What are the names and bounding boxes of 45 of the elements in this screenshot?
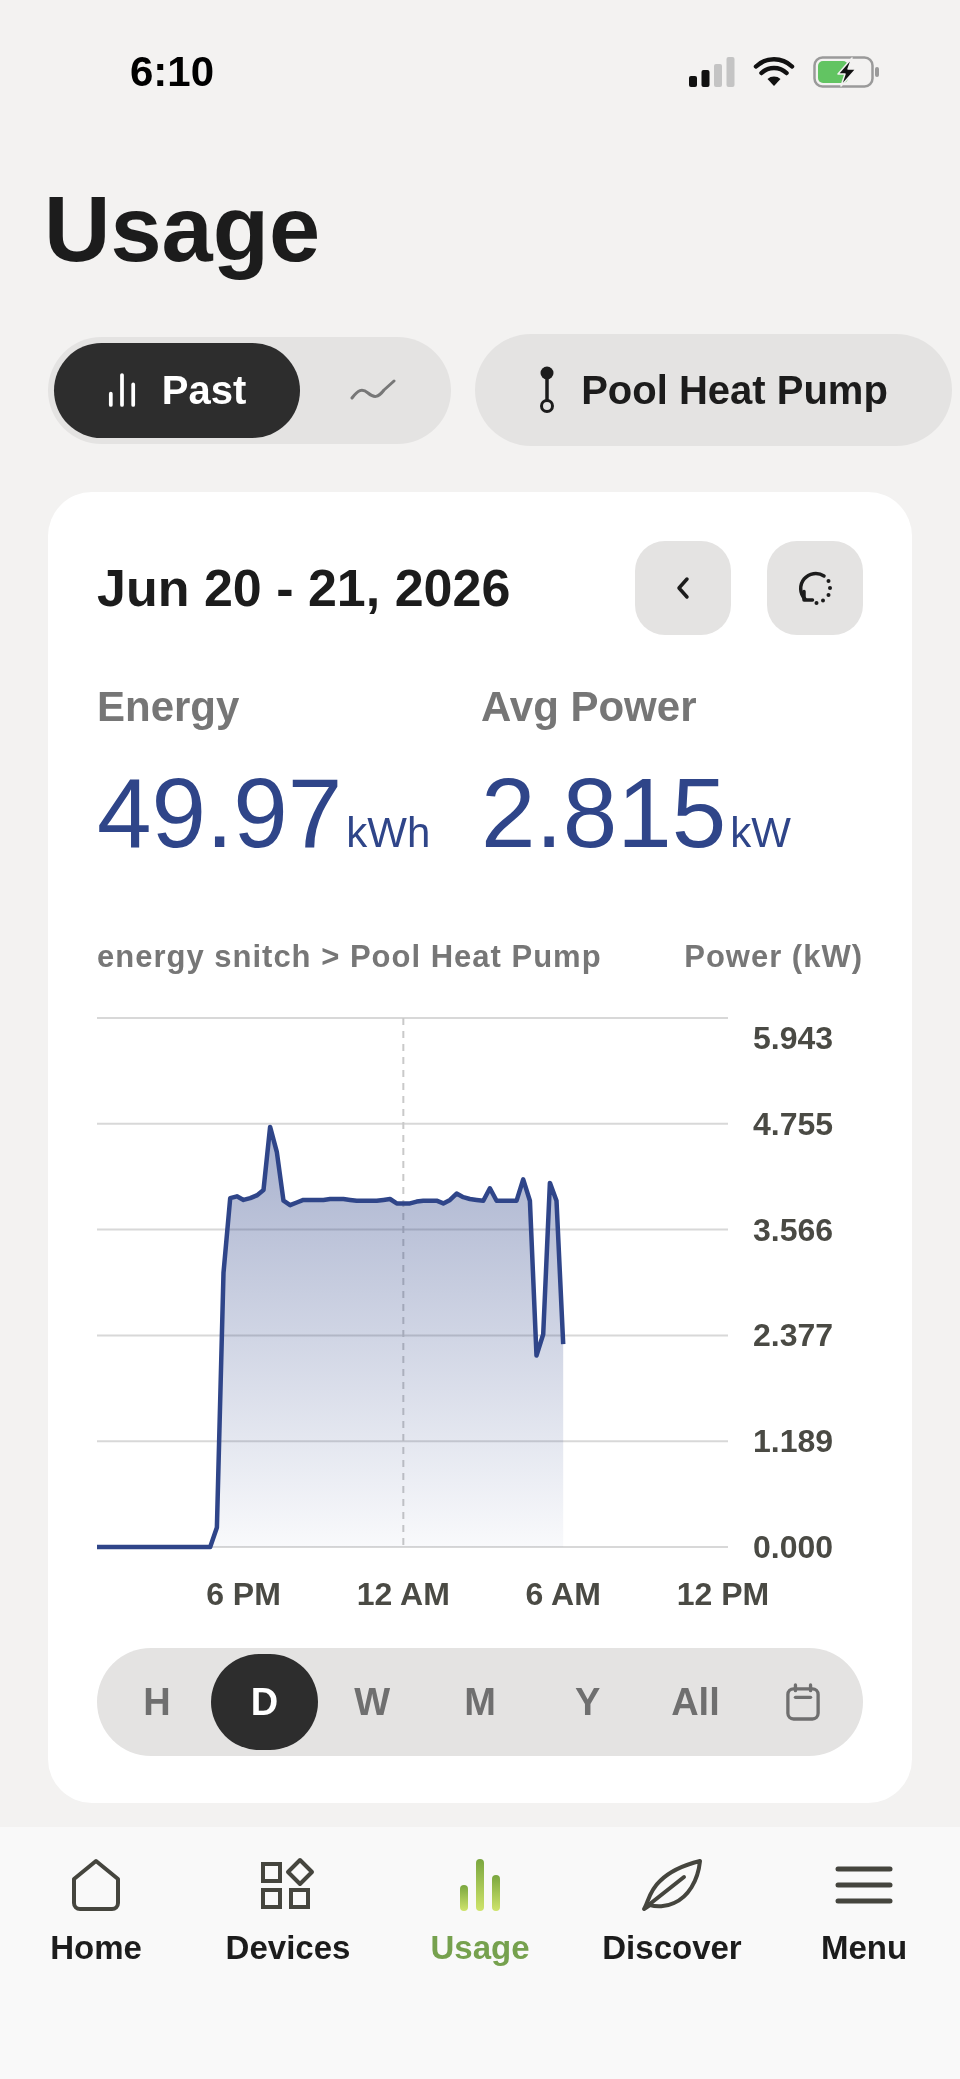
nav-tab[interactable]: Home — [50, 1857, 142, 1967]
period-tab[interactable]: Y — [533, 1654, 642, 1750]
chart-title: energy snitch > Pool Heat Pump — [97, 939, 602, 975]
view-tab[interactable]: Past — [54, 342, 300, 438]
battery-charging-icon — [813, 56, 880, 88]
y-axis-title: Power (kW) — [684, 939, 863, 975]
nav-tab[interactable]: Menu — [820, 1857, 908, 1967]
y-axis-label: 4.755 — [753, 1105, 834, 1142]
nav-tab[interactable]: Discover — [602, 1857, 742, 1967]
y-axis-label: 1.189 — [753, 1423, 834, 1460]
y-axis-label: 3.566 — [753, 1211, 834, 1248]
chevron-left-icon — [676, 576, 690, 600]
trend-line-icon — [349, 378, 396, 402]
y-axis-label: 2.377 — [753, 1317, 834, 1354]
device-picker-button[interactable]: Pool Heat Pump — [475, 334, 952, 446]
calendar-icon — [786, 1683, 821, 1721]
stat-value: 49.97 — [97, 764, 343, 862]
date-range: Jun 20 - 21, 2026 — [97, 562, 511, 614]
bar-chart-icon — [458, 1857, 502, 1913]
x-axis-label: 12 AM — [356, 1576, 450, 1612]
house-icon — [70, 1857, 122, 1913]
y-axis-label: 0.000 — [753, 1529, 834, 1565]
y-axis-label: 5.943 — [753, 1020, 834, 1056]
wifi-icon — [753, 57, 795, 87]
leaf-icon — [640, 1857, 704, 1913]
period-tab[interactable]: All — [641, 1654, 750, 1750]
period-tab[interactable]: M — [426, 1654, 534, 1750]
period-tab[interactable]: H — [103, 1654, 211, 1750]
page-title: Usage — [44, 177, 321, 282]
x-axis-label: 6 PM — [206, 1576, 281, 1612]
stat-label: Avg Power — [481, 683, 697, 731]
stat-label: Energy — [97, 683, 240, 731]
stat-value: 2.815 — [481, 764, 727, 862]
status-time: 6:10 — [130, 51, 215, 93]
history-button[interactable] — [767, 541, 863, 635]
stat-unit: kW — [730, 812, 791, 854]
period-tab[interactable]: W — [318, 1654, 427, 1750]
nav-tab[interactable]: Devices — [225, 1857, 351, 1967]
x-axis-label: 12 PM — [676, 1576, 770, 1612]
period-tab[interactable]: D — [210, 1654, 319, 1750]
stat-unit: kWh — [346, 812, 431, 854]
bar-chart-icon — [107, 373, 136, 407]
signal-icon — [689, 57, 735, 87]
x-axis-label: 6 AM — [525, 1576, 601, 1612]
pin-icon — [539, 366, 556, 414]
